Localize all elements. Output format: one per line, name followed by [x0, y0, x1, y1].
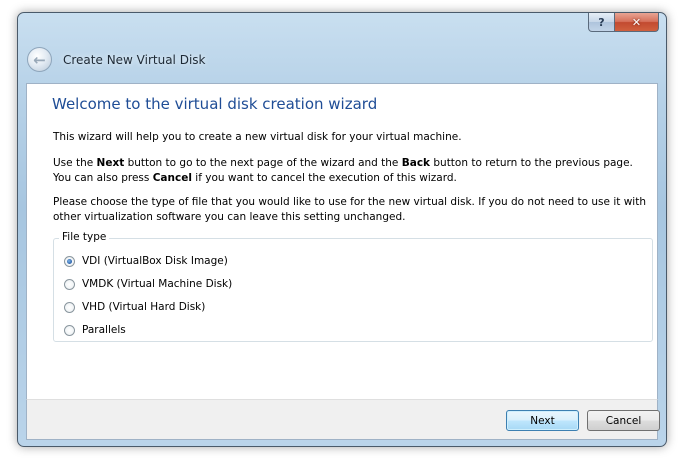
back-arrow-icon: ← [33, 50, 46, 69]
file-type-group: File type VDI (VirtualBox Disk Image) VM… [53, 231, 653, 342]
radio-vdi-label[interactable]: VDI (VirtualBox Disk Image) [82, 255, 228, 267]
radio-vmdk-label[interactable]: VMDK (Virtual Machine Disk) [82, 278, 232, 290]
caption-buttons: ? ✕ [588, 13, 659, 32]
wizard-window: ? ✕ ← Create New Virtual Disk Welcome to… [17, 12, 667, 447]
help-icon: ? [598, 15, 605, 29]
intro-text: This wizard will help you to create a ne… [53, 131, 462, 143]
radio-vdi-button[interactable] [64, 255, 75, 267]
close-icon: ✕ [631, 15, 642, 29]
wizard-page: Welcome to the virtual disk creation wiz… [26, 83, 658, 399]
back-button[interactable]: ← [27, 47, 52, 72]
radio-vhd[interactable]: VHD (Virtual Hard Disk) [64, 301, 205, 313]
choose-type-text: Please choose the type of file that you … [53, 196, 646, 223]
window-title: Create New Virtual Disk [63, 52, 206, 67]
close-button[interactable]: ✕ [615, 13, 659, 32]
page-title: Welcome to the virtual disk creation wiz… [52, 95, 378, 113]
radio-parallels-button[interactable] [64, 324, 75, 336]
navigation-help-text: Use the Next button to go to the next pa… [53, 157, 633, 184]
next-button[interactable]: Next [506, 410, 579, 431]
radio-vmdk[interactable]: VMDK (Virtual Machine Disk) [64, 278, 232, 290]
button-bar: Next Cancel [26, 399, 660, 440]
radio-vmdk-button[interactable] [64, 278, 75, 290]
radio-parallels-label[interactable]: Parallels [82, 324, 126, 336]
radio-vhd-label[interactable]: VHD (Virtual Hard Disk) [82, 301, 205, 313]
radio-vhd-button[interactable] [64, 301, 75, 313]
file-type-group-label: File type [59, 231, 110, 243]
radio-vdi[interactable]: VDI (VirtualBox Disk Image) [64, 255, 228, 267]
wizard-header: ← Create New Virtual Disk [27, 47, 205, 72]
radio-parallels[interactable]: Parallels [64, 324, 126, 336]
help-button[interactable]: ? [588, 13, 615, 32]
cancel-button[interactable]: Cancel [587, 410, 660, 431]
